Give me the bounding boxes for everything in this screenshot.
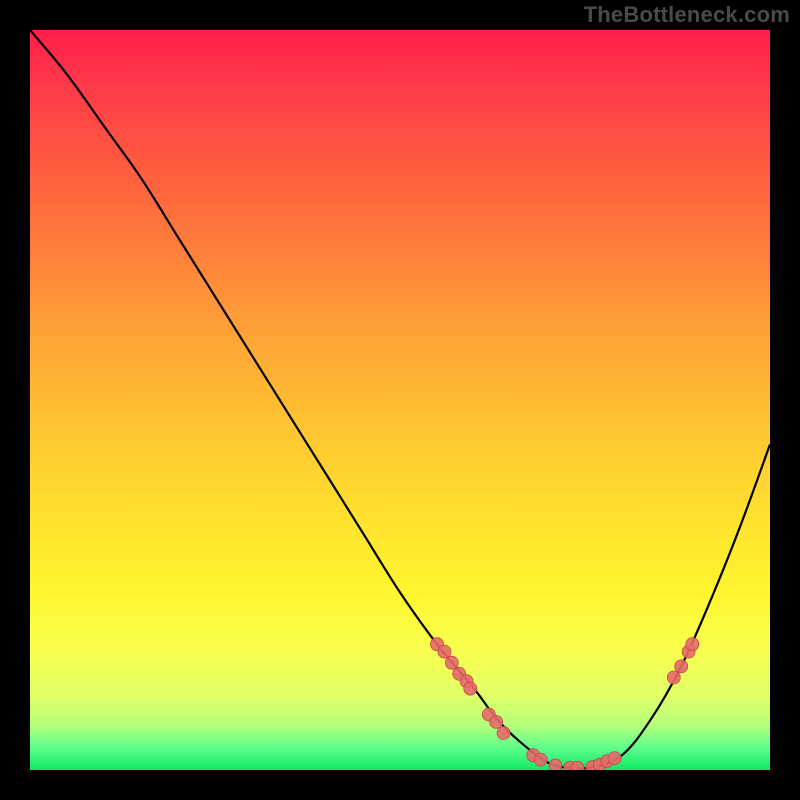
data-marker xyxy=(549,759,562,770)
chart-frame: TheBottleneck.com xyxy=(0,0,800,800)
data-marker xyxy=(438,645,451,658)
data-marker xyxy=(497,727,510,740)
data-marker xyxy=(534,753,547,766)
data-marker xyxy=(445,656,458,669)
data-marker xyxy=(608,752,621,765)
data-marker xyxy=(675,660,688,673)
marker-group xyxy=(431,638,699,770)
bottleneck-curve xyxy=(30,30,770,769)
plot-area xyxy=(30,30,770,770)
data-marker xyxy=(490,715,503,728)
data-marker xyxy=(464,682,477,695)
data-marker xyxy=(686,638,699,651)
curve-layer xyxy=(30,30,770,770)
data-marker xyxy=(667,671,680,684)
watermark-text: TheBottleneck.com xyxy=(584,2,790,28)
